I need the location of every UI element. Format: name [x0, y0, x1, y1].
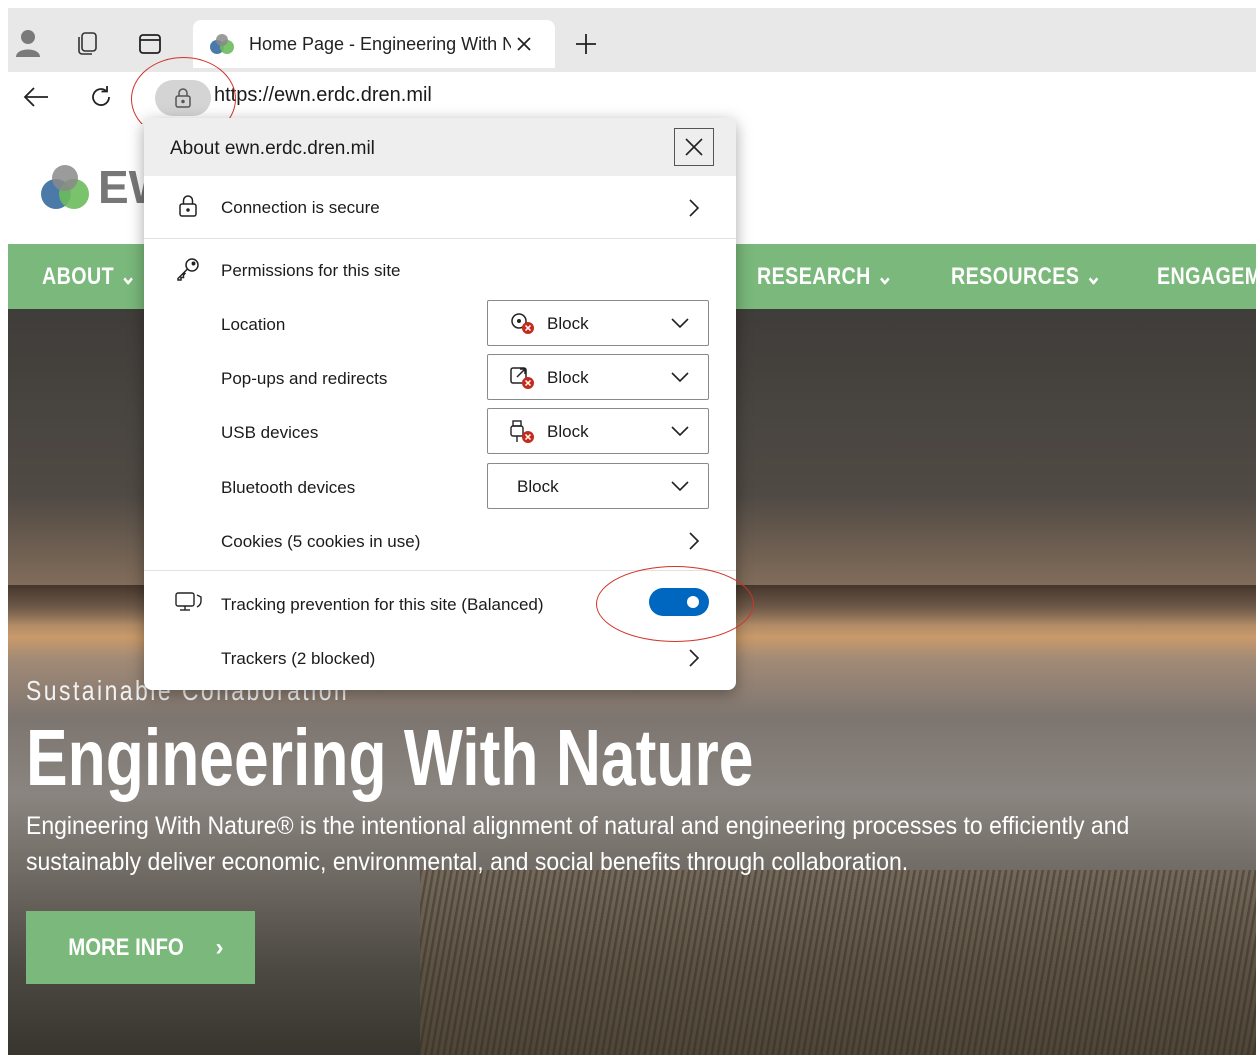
workspaces-icon[interactable] — [74, 30, 102, 58]
nav-about[interactable]: ABOUT ⌄ — [42, 244, 137, 309]
popup-blocked-icon — [510, 367, 534, 389]
chevron-right-icon — [688, 198, 700, 218]
vertical-tabs-icon[interactable] — [138, 33, 162, 55]
tab-active[interactable]: Home Page - Engineering With N — [193, 20, 555, 68]
popups-select[interactable]: Block — [487, 354, 709, 400]
profile-icon[interactable] — [14, 28, 42, 58]
annotation-circle-toggle — [596, 566, 754, 642]
address-bar[interactable]: https://ewn.erdc.dren.mil — [214, 84, 432, 107]
tracking-label: Tracking prevention for this site (Balan… — [221, 595, 544, 614]
chevron-right-icon: › — [215, 933, 224, 961]
site-favicon-icon — [207, 33, 237, 55]
divider — [144, 238, 736, 239]
chevron-down-icon — [671, 318, 689, 329]
logo-mark-icon — [41, 165, 89, 209]
more-info-button[interactable]: MORE INFO › — [26, 911, 255, 984]
popups-label: Pop-ups and redirects — [221, 369, 388, 388]
nav-research[interactable]: RESEARCH ⌄ — [757, 244, 894, 309]
bluetooth-label: Bluetooth devices — [221, 478, 356, 497]
permissions-header: Permissions for this site — [221, 261, 401, 280]
location-blocked-icon — [511, 313, 534, 334]
hero-description: Engineering With Nature® is the intentio… — [26, 812, 1130, 876]
connection-label: Connection is secure — [221, 198, 380, 217]
usb-label: USB devices — [221, 423, 319, 442]
key-icon — [175, 256, 201, 282]
bluetooth-value: Block — [517, 477, 559, 496]
nav-resources[interactable]: RESOURCES ⌄ — [951, 244, 1102, 309]
refresh-icon[interactable] — [88, 84, 114, 110]
cookies-label: Cookies (5 cookies in use) — [221, 532, 421, 551]
hero-grass — [420, 870, 1256, 1055]
tab-title: Home Page - Engineering With N — [249, 33, 511, 54]
chevron-down-icon — [671, 481, 689, 492]
chevron-right-icon — [688, 648, 700, 668]
usb-value: Block — [547, 422, 589, 441]
close-tab-icon[interactable] — [515, 35, 533, 53]
chevron-down-icon — [671, 372, 689, 383]
bluetooth-select[interactable]: Block — [487, 463, 709, 509]
usb-blocked-icon — [510, 420, 534, 443]
usb-select[interactable]: Block — [487, 408, 709, 454]
new-tab-icon[interactable] — [574, 32, 598, 56]
popups-value: Block — [547, 368, 589, 387]
location-select[interactable]: Block — [487, 300, 709, 346]
chevron-right-icon — [688, 531, 700, 551]
chevron-down-icon — [671, 426, 689, 437]
close-icon — [685, 138, 703, 156]
tracking-icon — [174, 590, 204, 616]
hero-headline: Engineering With Nature — [26, 713, 754, 802]
lock-icon — [177, 194, 199, 218]
trackers-label: Trackers (2 blocked) — [221, 649, 376, 668]
close-popup-button[interactable] — [674, 128, 714, 166]
location-label: Location — [221, 315, 286, 334]
popup-title: About ewn.erdc.dren.mil — [170, 138, 375, 159]
nav-engagement[interactable]: ENGAGEM — [1157, 244, 1256, 309]
back-icon[interactable] — [22, 85, 50, 109]
location-value: Block — [547, 314, 589, 333]
